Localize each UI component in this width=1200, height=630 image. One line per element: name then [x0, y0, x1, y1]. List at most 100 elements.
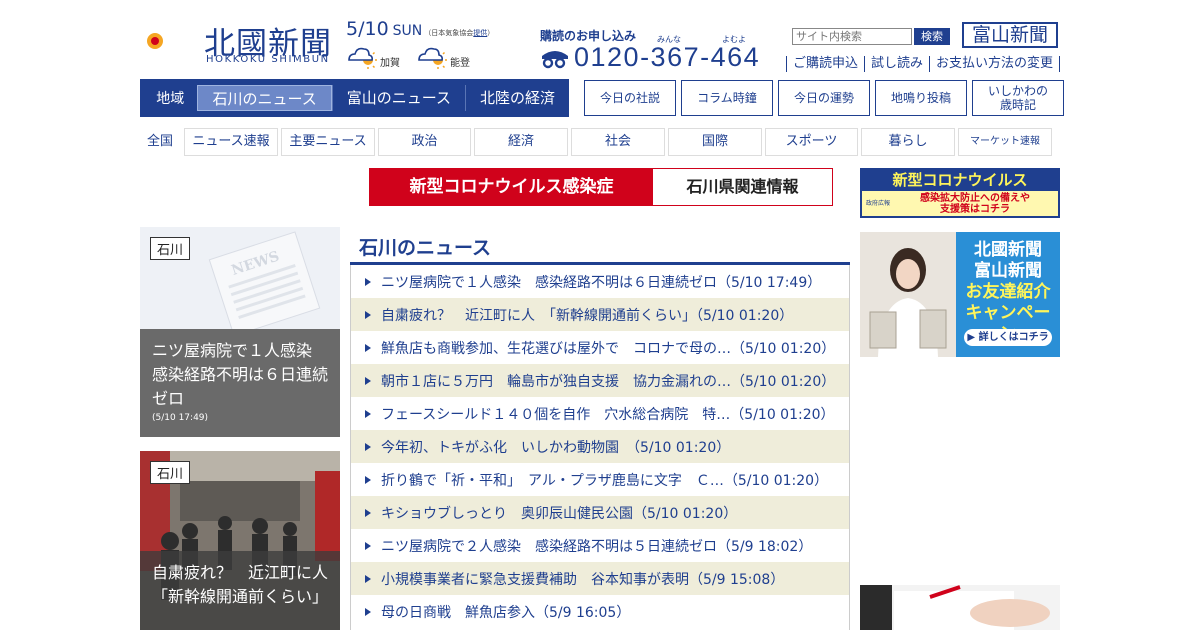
date-display: 5/10 SUN （日本気象協会提供）: [346, 18, 496, 40]
friend-referral-ad[interactable]: 北國新聞富山新聞お友達紹介キャンペーン ▶ 詳しくはコチラ: [860, 232, 1060, 357]
utility-links: ご購読申込 試し読み お支払い方法の変更: [786, 56, 1061, 72]
cloudy-sunny-icon: [418, 47, 447, 69]
card-caption: 自粛疲れ？ 近江町に人 「新幹線開通前くらい」: [140, 551, 340, 630]
tab-toyama-news[interactable]: 富山のニュース: [331, 85, 465, 111]
bullet-triangle-icon: [365, 343, 371, 352]
bullet-triangle-icon: [365, 607, 371, 616]
news-list-item[interactable]: 鮮魚店も商戦参加、生花選びは屋外で コロナで母の…（5/10 01:20）: [351, 331, 849, 364]
logo-roman: HOKKOKU SHIMBUN: [206, 54, 330, 65]
category-international[interactable]: 国際: [668, 128, 762, 156]
ad-model-photo: [860, 232, 956, 357]
card-region-tag: 石川: [150, 461, 191, 484]
weather-noto[interactable]: 能登: [416, 43, 470, 71]
search-button[interactable]: 検索: [914, 28, 950, 45]
covid-government-ad[interactable]: 新型コロナウイルス 政府広報 感染拡大防止への備えや 支援策はコチラ: [860, 168, 1060, 218]
news-list-item[interactable]: 自粛疲れ？ 近江町に人 「新幹線開通前くらい」（5/10 01:20）: [351, 298, 849, 331]
news-list-item[interactable]: 今年初、トキがふ化 いしかわ動物園 （5/10 01:20）: [351, 430, 849, 463]
card-headline: ニツ屋病院で１人感染 感染経路不明は６日連続ゼロ: [152, 341, 329, 408]
news-list-item[interactable]: 母の日商戦 鮮魚店参入（5/9 16:05）: [351, 595, 849, 628]
news-section-title[interactable]: 石川のニュース: [359, 233, 491, 260]
seasonal-almanac-button[interactable]: いしかわの 歳時記: [972, 80, 1064, 116]
newspaper-placeholder-icon: NEWS: [208, 231, 321, 329]
bullet-triangle-icon: [365, 541, 371, 550]
date-value: 5/10: [346, 18, 389, 40]
category-label-national: 全国: [147, 134, 174, 149]
reader-post-button[interactable]: 地鳴り投稿: [875, 80, 967, 116]
bottom-ad-banner[interactable]: [860, 585, 1060, 630]
weather-credit-link[interactable]: 提供: [473, 29, 487, 37]
region-nav: 地域 石川のニュース 富山のニュース 北陸の経済: [140, 79, 569, 117]
covid-info-banner[interactable]: 新型コロナウイルス感染症 石川県関連情報: [369, 168, 833, 206]
news-headline: 母の日商戦 鮮魚店参入（5/9 16:05）: [381, 604, 631, 621]
bullet-triangle-icon: [365, 508, 371, 517]
news-section-header: 石川のニュース: [350, 229, 850, 265]
feature-card[interactable]: NEWS 石川 ニツ屋病院で１人感染 感染経路不明は６日連続ゼロ (5/10 1…: [140, 227, 340, 437]
friend-ad-details-button[interactable]: ▶ 詳しくはコチラ: [964, 329, 1052, 346]
bullet-triangle-icon: [365, 475, 371, 484]
tab-ishikawa-news[interactable]: 石川のニュース: [197, 85, 332, 111]
news-headline: フェースシールド１４０個を自作 穴水総合病院 特…（5/10 01:20）: [381, 406, 835, 423]
free-dial-icon: [542, 51, 568, 69]
bullet-triangle-icon: [365, 442, 371, 451]
bullet-triangle-icon: [365, 376, 371, 385]
news-list-item[interactable]: フェースシールド１４０個を自作 穴水総合病院 特…（5/10 01:20）: [351, 397, 849, 430]
bullet-triangle-icon: [365, 277, 371, 286]
card-caption: ニツ屋病院で１人感染 感染経路不明は６日連続ゼロ (5/10 17:49): [140, 329, 340, 437]
feature-card[interactable]: 石川 自粛疲れ？ 近江町に人 「新幹線開通前くらい」: [140, 451, 340, 630]
news-list-item[interactable]: ニツ屋病院で２人感染 感染経路不明は５日連続ゼロ（5/9 18:02）: [351, 529, 849, 562]
news-list-item[interactable]: キショウブしっとり 奥卯辰山健民公園（5/10 01:20）: [351, 496, 849, 529]
util-link-trial[interactable]: 試し読み: [864, 56, 929, 72]
category-top-news[interactable]: 主要ニュース: [281, 128, 375, 156]
day-value: SUN: [392, 23, 423, 39]
editorial-button[interactable]: 今日の社説: [584, 80, 676, 116]
weather-label: 加賀: [380, 58, 400, 69]
news-headline: 自粛疲れ？ 近江町に人 「新幹線開通前くらい」（5/10 01:20）: [381, 307, 794, 324]
category-nav: 全国 ニュース速報 主要ニュース 政治 経済 社会 国際 スポーツ 暮らし マー…: [140, 128, 1055, 156]
news-headline: 折り鶴で「祈・平和」 アル・プラザ鹿島に文字 Ｃ…（5/10 01:20）: [381, 472, 829, 489]
news-headline: 今年初、トキがふ化 いしかわ動物園 （5/10 01:20）: [381, 439, 731, 456]
category-living[interactable]: 暮らし: [861, 128, 955, 156]
news-headline: 朝市１店に５万円 輪島市が独自支援 協力金漏れの…（5/10 01:20）: [381, 373, 836, 390]
covid-ad-title: 新型コロナウイルス: [862, 170, 1058, 191]
news-headline: ニツ屋病院で２人感染 感染経路不明は５日連続ゼロ（5/9 18:02）: [381, 538, 813, 555]
cloudy-sunny-icon: [348, 47, 377, 69]
news-headline: キショウブしっとり 奥卯辰山健民公園（5/10 01:20）: [381, 505, 738, 522]
tab-hokuriku-economy[interactable]: 北陸の経済: [464, 85, 569, 111]
category-market[interactable]: マーケット速報: [958, 128, 1052, 156]
covid-ad-body: 政府広報 感染拡大防止への備えや 支援策はコチラ: [862, 191, 1058, 216]
category-society[interactable]: 社会: [571, 128, 665, 156]
bullet-triangle-icon: [365, 409, 371, 418]
hokkoku-logo[interactable]: 北國新聞 HOKKOKU SHIMBUN: [140, 16, 340, 68]
feature-buttons: 今日の社説 コラム時鐘 今日の運勢 地鳴り投稿 いしかわの 歳時記: [584, 80, 1064, 116]
weather-kaga[interactable]: 加賀: [346, 43, 400, 71]
government-pr-logo: 政府広報: [866, 200, 891, 207]
category-economy[interactable]: 経済: [474, 128, 568, 156]
horoscope-button[interactable]: 今日の運勢: [778, 80, 870, 116]
card-headline: 自粛疲れ？ 近江町に人 「新幹線開通前くらい」: [152, 563, 340, 606]
category-politics[interactable]: 政治: [378, 128, 471, 156]
column-jisho-button[interactable]: コラム時鐘: [681, 80, 773, 116]
news-list-item[interactable]: ニツ屋病院で１人感染 感染経路不明は６日連続ゼロ（5/10 17:49）: [351, 265, 849, 298]
news-list-item[interactable]: 小規模事業者に緊急支援費補助 谷本知事が表明（5/9 15:08）: [351, 562, 849, 595]
covid-ad-text: 感染拡大防止への備えや 支援策はコチラ: [920, 192, 1030, 215]
phone-number[interactable]: 0120-367-464: [574, 42, 760, 73]
news-list-item[interactable]: 折り鶴で「祈・平和」 アル・プラザ鹿島に文字 Ｃ…（5/10 01:20）: [351, 463, 849, 496]
news-list: ニツ屋病院で１人感染 感染経路不明は６日連続ゼロ（5/10 17:49） 自粛疲…: [350, 265, 850, 630]
date-weather: 5/10 SUN （日本気象協会提供） 加賀 能登: [346, 18, 496, 74]
covid-banner-subtitle: 石川県関連情報: [686, 177, 799, 196]
region-label: 地域: [156, 91, 185, 107]
weather-label: 能登: [450, 58, 470, 69]
util-link-subscribe[interactable]: ご購読申込: [786, 56, 864, 72]
category-sports[interactable]: スポーツ: [765, 128, 858, 156]
news-headline: ニツ屋病院で１人感染 感染経路不明は６日連続ゼロ（5/10 17:49）: [381, 274, 822, 291]
site-search-input[interactable]: [792, 28, 912, 45]
news-list-item[interactable]: 朝市１店に５万円 輪島市が独自支援 協力金漏れの…（5/10 01:20）: [351, 364, 849, 397]
bullet-triangle-icon: [365, 310, 371, 319]
logo-mark-icon: [143, 18, 176, 64]
category-breaking-news[interactable]: ニュース速報: [184, 128, 278, 156]
weather-credit: （日本気象協会提供）: [424, 29, 495, 37]
toyama-shimbun-link[interactable]: 富山新聞: [962, 22, 1058, 48]
util-link-payment[interactable]: お支払い方法の変更: [929, 56, 1061, 72]
card-region-tag: 石川: [150, 237, 191, 260]
card-timestamp: (5/10 17:49): [152, 413, 209, 423]
